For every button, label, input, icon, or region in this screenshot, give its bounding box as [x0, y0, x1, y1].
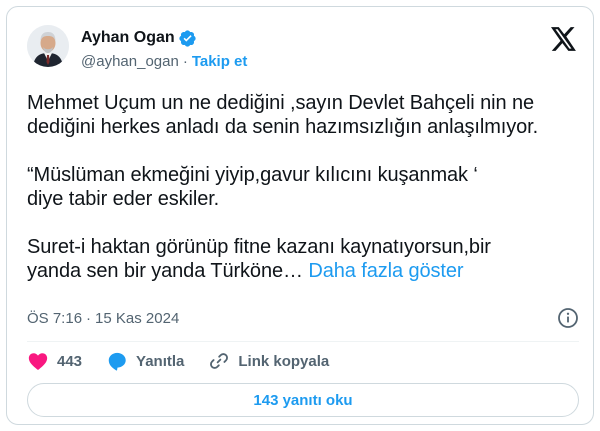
tweet-line: diye tabir eder eskiler. [27, 188, 220, 210]
tweet-paragraph: “Müslüman ekmeğini yiyip,gavur kılıcını … [27, 163, 579, 211]
tweet-actions: 443 Yanıtla Link kopyala [27, 349, 579, 373]
tweet-time[interactable]: ÖS 7:16 [27, 310, 82, 327]
follow-button[interactable]: Takip et [192, 53, 248, 70]
author-display-name[interactable]: Ayhan Ogan [81, 29, 175, 47]
link-icon [210, 353, 229, 369]
tweet-card: Ayhan Ogan @ayhan_ogan · Takip et Mehmet… [6, 6, 594, 425]
reply-button[interactable]: Yanıtla [106, 350, 184, 372]
read-replies-button[interactable]: 143 yanıtı oku [27, 383, 579, 417]
tweet-line: Suret-i haktan görünüp fitne kazanı kayn… [27, 236, 491, 258]
show-more-link[interactable]: Daha fazla göster [308, 260, 463, 282]
copy-link-button[interactable]: Link kopyala [208, 350, 329, 372]
meta-separator: · [86, 309, 92, 327]
tweet-line: Mehmet Uçum un ne dediğini ,sayın Devlet… [27, 92, 535, 114]
handle-row: @ayhan_ogan · Takip et [81, 51, 247, 71]
name-row: Ayhan Ogan [81, 27, 197, 49]
tweet-line-last: yanda sen bir yanda Türköne… Daha fazla … [27, 259, 579, 283]
tweet-date[interactable]: 15 Kas 2024 [95, 310, 179, 327]
divider [27, 341, 579, 342]
verified-badge-icon [178, 29, 197, 48]
tweet-paragraph: Suret-i haktan görünüp fitne kazanı kayn… [27, 235, 579, 283]
tweet-line: dediğini herkes anladı da senin hazımsız… [27, 116, 539, 138]
like-button[interactable]: 443 [27, 350, 82, 372]
heart-icon [28, 353, 48, 370]
tweet-header: Ayhan Ogan @ayhan_ogan · Takip et [27, 25, 577, 77]
tweet-paragraph: Mehmet Uçum un ne dediğini ,sayın Devlet… [27, 91, 579, 139]
avatar-portrait-icon [27, 25, 69, 67]
tweet-line-text: yanda sen bir yanda Türköne… [27, 260, 303, 282]
tweet-text: Mehmet Uçum un ne dediğini ,sayın Devlet… [27, 91, 579, 283]
copy-link-label: Link kopyala [238, 352, 330, 370]
info-icon[interactable] [557, 307, 579, 329]
author-handle[interactable]: @ayhan_ogan [81, 53, 179, 70]
like-count: 443 [57, 352, 83, 370]
reply-label: Yanıtla [136, 352, 185, 370]
reply-bubble-icon [108, 352, 126, 371]
x-logo-icon[interactable] [551, 27, 577, 51]
tweet-meta: ÖS 7:16 · 15 Kas 2024 [27, 307, 579, 329]
author-avatar[interactable] [27, 25, 69, 67]
tweet-line: “Müslüman ekmeğini yiyip,gavur kılıcını … [27, 164, 478, 186]
handle-separator: · [182, 52, 188, 70]
